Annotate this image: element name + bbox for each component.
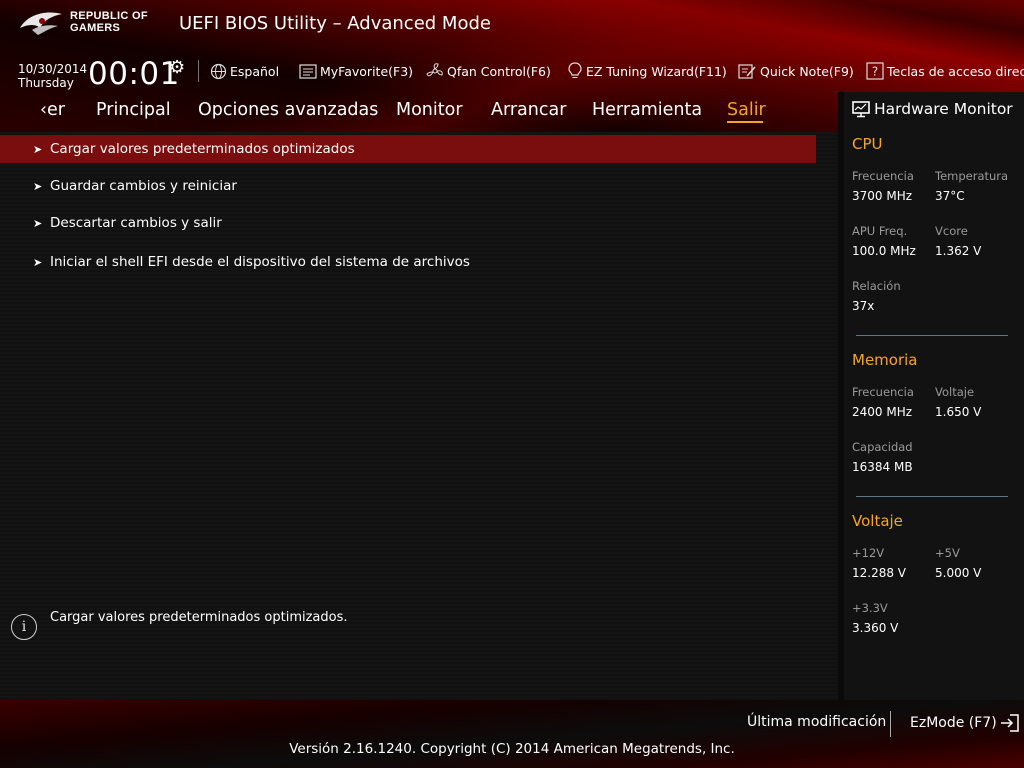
cpu-temp-value: 37°C xyxy=(935,189,965,203)
arrow-right-icon: ➤ xyxy=(33,142,43,156)
hardware-monitor-label: Hardware Monitor xyxy=(874,100,1013,118)
cpu-freq-value: 3700 MHz xyxy=(852,189,913,203)
tab-ai-tweaker[interactable]: ‹er xyxy=(40,100,65,120)
svg-text:?: ? xyxy=(872,65,878,79)
tab-arrancar[interactable]: Arrancar xyxy=(491,100,566,120)
menu-item-load-defaults[interactable]: ➤ Cargar valores predeterminados optimiz… xyxy=(0,135,816,163)
menu-item-label: Guardar cambios y reiniciar xyxy=(50,178,237,194)
language-label: Español xyxy=(230,63,280,79)
cpu-temp-label: Temperatura xyxy=(935,169,1009,183)
toolbar-divider xyxy=(198,60,199,82)
arrow-right-icon: ➤ xyxy=(33,255,43,269)
mem-cap-label: Capacidad xyxy=(852,440,913,454)
qfan-label: Qfan Control(F6) xyxy=(447,63,551,79)
arrow-right-icon: ➤ xyxy=(33,179,43,193)
menu-item-efi-shell[interactable]: ➤ Iniciar el shell EFI desde el disposit… xyxy=(0,248,816,276)
note-pencil-icon xyxy=(738,63,756,79)
tab-monitor[interactable]: Monitor xyxy=(396,100,463,120)
clock-time: 00:01 xyxy=(88,56,180,92)
hotkeys-label: Teclas de acceso directo xyxy=(887,63,1024,79)
page-title: UEFI BIOS Utility – Advanced Mode xyxy=(179,13,491,34)
rog-eye-icon xyxy=(20,12,62,35)
help-question-icon: ? xyxy=(866,62,884,80)
menu-item-label: Descartar cambios y salir xyxy=(50,215,222,231)
menu-item-discard-exit[interactable]: ➤ Descartar cambios y salir xyxy=(0,209,816,237)
lightbulb-icon xyxy=(568,62,582,78)
v5-label: +5V xyxy=(935,546,960,560)
ratio-label: Relación xyxy=(852,279,901,293)
mem-freq-label: Frecuencia xyxy=(852,385,914,399)
vcore-value: 1.362 V xyxy=(935,244,982,258)
quick-note-button[interactable]: Quick Note(F9) xyxy=(738,62,854,80)
tab-herramienta[interactable]: Herramienta xyxy=(592,100,702,120)
menu-item-label: Cargar valores predeterminados optimizad… xyxy=(50,141,355,157)
mem-volt-label: Voltaje xyxy=(935,385,975,399)
last-modified-button[interactable]: Última modificación xyxy=(747,714,886,730)
exit-arrow-icon xyxy=(1000,714,1019,732)
vcore-label: Vcore xyxy=(935,224,968,238)
tab-principal[interactable]: Principal xyxy=(96,100,171,120)
v5-value: 5.000 V xyxy=(935,566,982,580)
voltage-heading: Voltaje xyxy=(852,512,903,530)
apu-freq-value: 100.0 MHz xyxy=(852,244,916,258)
myfavorite-label: MyFavorite(F3) xyxy=(320,63,414,79)
quick-note-label: Quick Note(F9) xyxy=(760,63,854,79)
clock-settings-gear-icon[interactable]: ⚙ xyxy=(169,57,185,78)
clock-day: Thursday xyxy=(18,76,74,90)
copyright-text: Versión 2.16.1240. Copyright (C) 2014 Am… xyxy=(289,741,735,757)
logo-line1: REPUBLIC OF xyxy=(70,10,148,22)
language-button[interactable]: Español xyxy=(210,62,279,80)
globe-icon xyxy=(210,63,227,79)
logo-line2: GAMERS xyxy=(70,22,121,34)
clock-date: 10/30/2014 xyxy=(18,62,88,76)
info-icon: i xyxy=(11,614,37,640)
mem-freq-value: 2400 MHz xyxy=(852,405,913,419)
footer-divider xyxy=(890,711,891,737)
v33-label: +3.3V xyxy=(852,601,888,615)
v33-value: 3.360 V xyxy=(852,621,899,635)
mem-cap-value: 16384 MB xyxy=(852,460,913,474)
clock-date-block: 10/30/2014 Thursday xyxy=(18,62,87,90)
ez-tuning-label: EZ Tuning Wizard(F11) xyxy=(586,63,727,79)
v12-value: 12.288 V xyxy=(852,566,907,580)
active-tab-underline xyxy=(727,121,763,123)
favorite-list-icon xyxy=(299,63,317,79)
arrow-right-icon: ➤ xyxy=(33,216,43,230)
menu-item-save-reset[interactable]: ➤ Guardar cambios y reiniciar xyxy=(0,172,816,200)
rog-logo: REPUBLIC OF GAMERS xyxy=(18,8,148,36)
help-description: Cargar valores predeterminados optimizad… xyxy=(50,610,348,625)
hardware-monitor-title: Hardware Monitor xyxy=(852,100,1013,118)
section-divider xyxy=(856,335,1008,336)
menu-item-label: Iniciar el shell EFI desde el dispositiv… xyxy=(50,254,470,270)
memory-heading: Memoria xyxy=(852,351,918,369)
monitor-icon xyxy=(852,100,870,117)
qfan-control-button[interactable]: Qfan Control(F6) xyxy=(426,62,551,80)
tab-salir[interactable]: Salir xyxy=(727,100,766,120)
hotkeys-button[interactable]: ? Teclas de acceso directo xyxy=(866,62,1024,80)
ratio-value: 37x xyxy=(852,299,875,313)
ez-tuning-wizard-button[interactable]: EZ Tuning Wizard(F11) xyxy=(567,62,727,80)
ezmode-label: EzMode (F7) xyxy=(910,715,997,731)
ezmode-button[interactable]: EzMode (F7) xyxy=(910,714,1020,732)
cpu-freq-label: Frecuencia xyxy=(852,169,914,183)
cpu-heading: CPU xyxy=(852,135,883,153)
fan-icon xyxy=(426,63,443,77)
tab-opciones-avanzadas[interactable]: Opciones avanzadas xyxy=(198,100,378,120)
section-divider xyxy=(856,496,1008,497)
mem-volt-value: 1.650 V xyxy=(935,405,982,419)
myfavorite-button[interactable]: MyFavorite(F3) xyxy=(299,62,413,80)
footer-background xyxy=(0,700,1024,768)
v12-label: +12V xyxy=(852,546,885,560)
apu-freq-label: APU Freq. xyxy=(852,224,908,238)
